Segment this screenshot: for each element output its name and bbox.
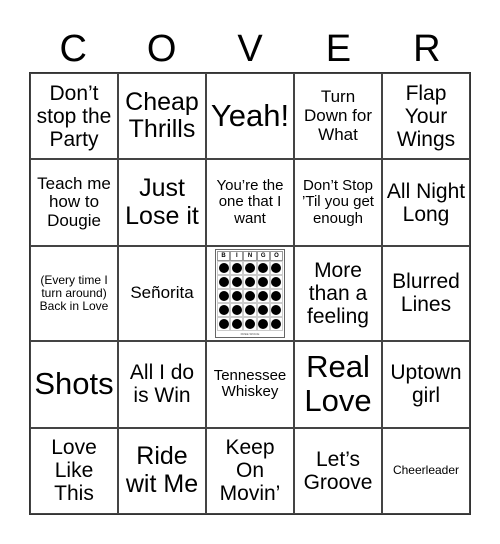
bingo-card-icon: B I N G O FREE SPACE — [215, 248, 285, 339]
bingo-grid: Don’t stop the Party Cheap Thrills Yeah! Tu… — [29, 72, 471, 515]
bingo-cell[interactable]: Let’s Groove — [294, 427, 382, 514]
cell-text: (Every time I turn around) Back in Love — [39, 272, 109, 314]
bingo-cell[interactable]: Real Love — [294, 341, 382, 428]
bingo-cell[interactable]: Uptown girl — [382, 341, 470, 428]
cell-text: All Night Long — [386, 179, 466, 226]
bingo-cell[interactable]: All I do is Win — [118, 341, 206, 428]
cell-text: Flap Your Wings — [396, 81, 456, 151]
bingo-cell[interactable]: Teach me how to Dougie — [30, 159, 118, 246]
header-letter-r: R — [413, 28, 441, 70]
cell-text: Real Love — [304, 349, 372, 419]
bingo-cell[interactable]: More than a feeling — [294, 245, 382, 342]
bingo-cell[interactable]: Cheap Thrills — [118, 73, 206, 160]
cell-text: Yeah! — [210, 98, 290, 134]
bingo-cell[interactable]: Ride wit Me — [118, 427, 206, 514]
cell-text: Cheap Thrills — [125, 87, 199, 144]
bingo-cell[interactable]: Don’t stop the Party — [30, 73, 118, 160]
cell-text: Blurred Lines — [392, 270, 460, 317]
header-letter-v: V — [237, 28, 263, 70]
cell-text: Ride wit Me — [125, 442, 199, 498]
bingo-cell[interactable]: Yeah! — [206, 73, 294, 160]
cell-text: Teach me how to Dougie — [37, 173, 111, 230]
free-space-cell[interactable]: B I N G O FREE SPACE — [206, 245, 294, 342]
cell-text: Shots — [34, 366, 114, 402]
cell-text: Don’t Stop ’Til you get enough — [302, 176, 374, 227]
cell-text: Love Like This — [51, 436, 97, 506]
cell-text: All I do is Win — [129, 361, 195, 408]
cell-text: Señorita — [130, 283, 194, 303]
cell-text: More than a feeling — [307, 258, 369, 329]
bingo-cell[interactable]: Turn Down for What — [294, 73, 382, 160]
bingo-cell[interactable]: Don’t Stop ’Til you get enough — [294, 159, 382, 246]
header-letter-e: E — [325, 28, 352, 70]
header-letter-c: C — [59, 28, 87, 70]
cell-text: You’re the one that I want — [216, 176, 284, 227]
bingo-cell[interactable]: Señorita — [118, 245, 206, 342]
bingo-cell[interactable]: You’re the one that I want — [206, 159, 294, 246]
cell-text: Tennessee Whiskey — [213, 366, 287, 401]
bingo-cell[interactable]: Blurred Lines — [382, 245, 470, 342]
bingo-cell[interactable]: (Every time I turn around) Back in Love — [30, 245, 118, 342]
bingo-cell[interactable]: Shots — [30, 341, 118, 428]
cell-text: Let’s Groove — [303, 447, 373, 494]
bingo-cell[interactable]: Love Like This — [30, 427, 118, 514]
bingo-cell[interactable]: Flap Your Wings — [382, 73, 470, 160]
bingo-cell[interactable]: Cheerleader — [382, 427, 470, 514]
cell-text: Uptown girl — [390, 361, 462, 408]
bingo-cell[interactable]: Keep On Movin’ — [206, 427, 294, 514]
bingo-cell[interactable]: Just Lose it — [118, 159, 206, 246]
bingo-cell[interactable]: Tennessee Whiskey — [206, 341, 294, 428]
cell-text: Keep On Movin’ — [219, 436, 281, 506]
cell-text: Turn Down for What — [303, 87, 373, 144]
cell-text: Cheerleader — [392, 463, 460, 478]
cell-text: Just Lose it — [125, 174, 199, 230]
header-letter-o: O — [146, 28, 177, 70]
bingo-cell[interactable]: All Night Long — [382, 159, 470, 246]
cell-text: Don’t stop the Party — [36, 81, 112, 151]
bingo-header: C O V E R — [29, 26, 471, 72]
